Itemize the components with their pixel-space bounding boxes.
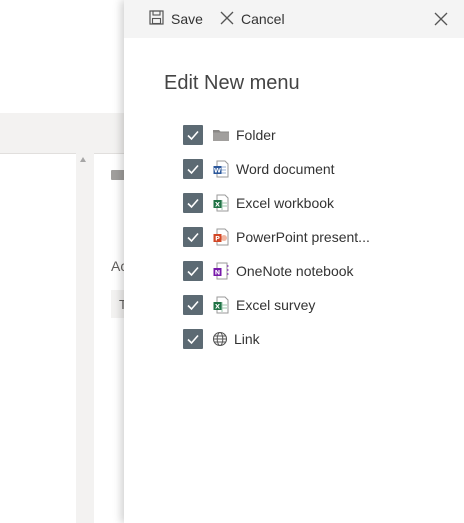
item-label: PowerPoint present... (236, 229, 370, 245)
checkbox-excel-survey[interactable] (183, 295, 203, 315)
edit-new-menu-panel: Save Cancel Edit New menu Folder W Word … (124, 0, 464, 523)
command-bar: Save Cancel (124, 0, 464, 38)
checkbox-folder[interactable] (183, 125, 203, 145)
onenote-icon: N (212, 262, 230, 280)
checkmark-icon (187, 266, 199, 277)
svg-text:N: N (215, 269, 220, 277)
powerpoint-icon: P (212, 228, 230, 246)
cancel-icon (220, 11, 234, 28)
list-item-powerpoint-presentation: P PowerPoint present... (183, 220, 453, 254)
checkbox-excel-workbook[interactable] (183, 193, 203, 213)
excel-icon: X (212, 194, 230, 212)
excel-survey-icon: X (212, 296, 230, 314)
checkmark-icon (187, 232, 199, 243)
word-icon: W (212, 160, 230, 178)
svg-text:X: X (215, 201, 220, 209)
scroll-up-arrow-icon[interactable] (80, 157, 86, 162)
item-label: Word document (236, 161, 335, 177)
list-item-onenote-notebook: N OneNote notebook (183, 254, 453, 288)
checkmark-icon (187, 198, 199, 209)
checkbox-word-document[interactable] (183, 159, 203, 179)
svg-text:P: P (215, 235, 220, 243)
background-folder-icon (111, 170, 125, 180)
cancel-label: Cancel (241, 11, 285, 27)
checkmark-icon (187, 300, 199, 311)
background-divider (0, 153, 130, 154)
checkmark-icon (187, 334, 199, 345)
checkbox-powerpoint-presentation[interactable] (183, 227, 203, 247)
checkbox-onenote-notebook[interactable] (183, 261, 203, 281)
checkbox-link[interactable] (183, 329, 203, 349)
svg-text:W: W (214, 167, 221, 175)
list-item-folder: Folder (183, 118, 453, 152)
background-header-band (0, 113, 130, 153)
globe-icon (212, 330, 228, 348)
list-item-link: Link (183, 322, 453, 356)
item-label: OneNote notebook (236, 263, 354, 279)
save-icon (149, 10, 164, 28)
folder-icon (212, 126, 230, 144)
background-scrollbar-track[interactable] (76, 153, 94, 523)
list-item-excel-workbook: X Excel workbook (183, 186, 453, 220)
list-item-word-document: W Word document (183, 152, 453, 186)
svg-text:X: X (215, 303, 220, 311)
item-label: Folder (236, 127, 276, 143)
checkmark-icon (187, 130, 199, 141)
close-icon (433, 12, 449, 31)
save-button[interactable]: Save (149, 10, 203, 28)
item-label: Excel workbook (236, 195, 335, 211)
item-label: Excel survey (236, 297, 316, 313)
checkmark-icon (187, 164, 199, 175)
list-item-excel-survey: X Excel survey (183, 288, 453, 322)
cancel-button[interactable]: Cancel (220, 10, 285, 28)
close-button[interactable] (433, 11, 449, 27)
new-menu-item-list: Folder W Word document X Excel workbook … (183, 118, 453, 356)
save-label: Save (171, 11, 203, 27)
panel-title: Edit New menu (164, 72, 300, 94)
item-label: Link (234, 331, 260, 347)
